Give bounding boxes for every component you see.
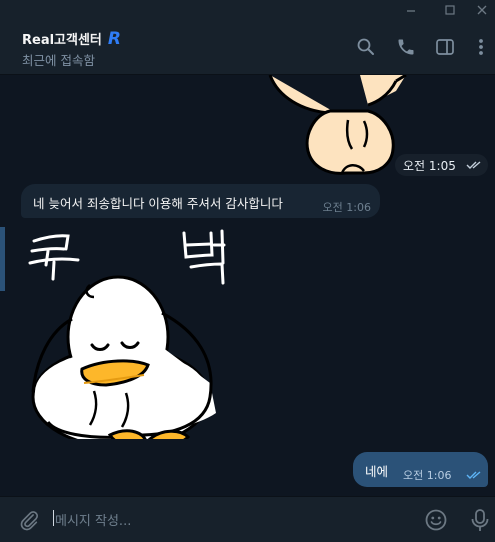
- chat-header: Real고객센터 R 최근에 접속함: [0, 20, 495, 75]
- window-titlebar: [0, 0, 495, 20]
- sticker-caption-beok: [182, 229, 226, 285]
- bowing-duck-sticker[interactable]: [26, 227, 236, 439]
- chat-status: 최근에 접속함: [22, 53, 95, 68]
- incoming-message-bubble[interactable]: 네 늦어서 죄송합니다 이용해 주셔서 감사합니다 오전 1:06: [21, 184, 380, 218]
- read-checks-icon: [466, 161, 481, 169]
- attach-icon[interactable]: [17, 508, 41, 532]
- message-time: 오전 1:06: [322, 201, 371, 214]
- text-caret: [53, 510, 54, 526]
- selection-marker: [0, 227, 5, 291]
- bear-sticker[interactable]: [268, 75, 408, 175]
- close-icon[interactable]: [469, 0, 495, 20]
- verified-badge-icon: R: [107, 28, 121, 49]
- microphone-icon[interactable]: [468, 508, 492, 532]
- message-list[interactable]: 오전 1:05 네 늦어서 죄송합니다 이용해 주셔서 감사합니다 오전 1:0…: [0, 75, 495, 496]
- maximize-icon[interactable]: [437, 0, 463, 20]
- sticker-caption-ggu: [28, 234, 80, 281]
- sticker-time: 오전 1:05: [403, 158, 456, 173]
- more-vertical-icon[interactable]: [470, 36, 492, 58]
- message-text: 네에: [365, 464, 389, 479]
- sidebar-toggle-icon[interactable]: [434, 36, 456, 58]
- message-composer: 메시지 작성...: [0, 496, 495, 542]
- phone-icon[interactable]: [395, 36, 417, 58]
- message-time: 오전 1:06: [403, 469, 452, 482]
- message-text: 네 늦어서 죄송합니다 이용해 주셔서 감사합니다: [33, 196, 283, 211]
- message-input[interactable]: 메시지 작성...: [55, 510, 131, 529]
- chat-title[interactable]: Real고객센터 R: [22, 29, 121, 48]
- sticker-time-pill: 오전 1:05: [395, 154, 488, 176]
- read-checks-icon: [466, 471, 481, 479]
- chat-title-text: Real고객센터: [22, 33, 102, 48]
- minimize-icon[interactable]: [398, 0, 424, 20]
- search-icon[interactable]: [355, 36, 377, 58]
- outgoing-message-bubble[interactable]: 네에 오전 1:06: [353, 452, 488, 487]
- emoji-icon[interactable]: [424, 508, 448, 532]
